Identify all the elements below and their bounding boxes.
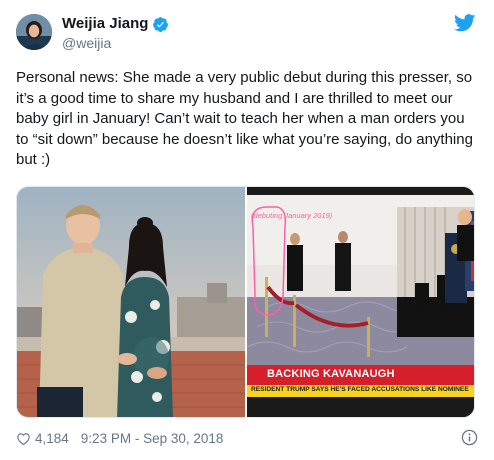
tweet-timestamp[interactable]: 9:23 PM - Sep 30, 2018 bbox=[81, 431, 224, 446]
news-banner-ticker: RESIDENT TRUMP SAYS HE'S FACED ACCUSATIO… bbox=[251, 386, 469, 393]
like-count[interactable]: 4,184 bbox=[35, 431, 69, 446]
twitter-bird-icon[interactable] bbox=[454, 14, 476, 32]
tweet-body: Personal news: She made a very public de… bbox=[16, 69, 473, 168]
author-handle[interactable]: @weijia bbox=[62, 34, 111, 52]
info-icon[interactable] bbox=[461, 429, 478, 446]
author-avatar[interactable] bbox=[16, 14, 52, 50]
press-conference-photo[interactable]: (debuting January 2019) BACKING KAVANAUG… bbox=[246, 187, 474, 417]
overlay-annotation-label: (debuting January 2019) bbox=[251, 211, 333, 220]
tweet-media[interactable]: (debuting January 2019) BACKING KAVANAUG… bbox=[16, 186, 475, 418]
press-conference-scene bbox=[246, 187, 474, 417]
couple-photo[interactable] bbox=[17, 187, 245, 418]
author-display-name[interactable]: Weijia Jiang bbox=[62, 14, 148, 34]
tweet-card: Weijia Jiang @weijia Personal news: She … bbox=[0, 0, 494, 460]
tweet-footer: 4,184 9:23 PM - Sep 30, 2018 bbox=[16, 428, 478, 448]
heart-icon[interactable] bbox=[16, 431, 31, 446]
avatar-photo-icon bbox=[16, 14, 52, 50]
news-banner-headline: BACKING KAVANAUGH bbox=[267, 368, 395, 380]
verified-badge-icon bbox=[153, 16, 169, 32]
